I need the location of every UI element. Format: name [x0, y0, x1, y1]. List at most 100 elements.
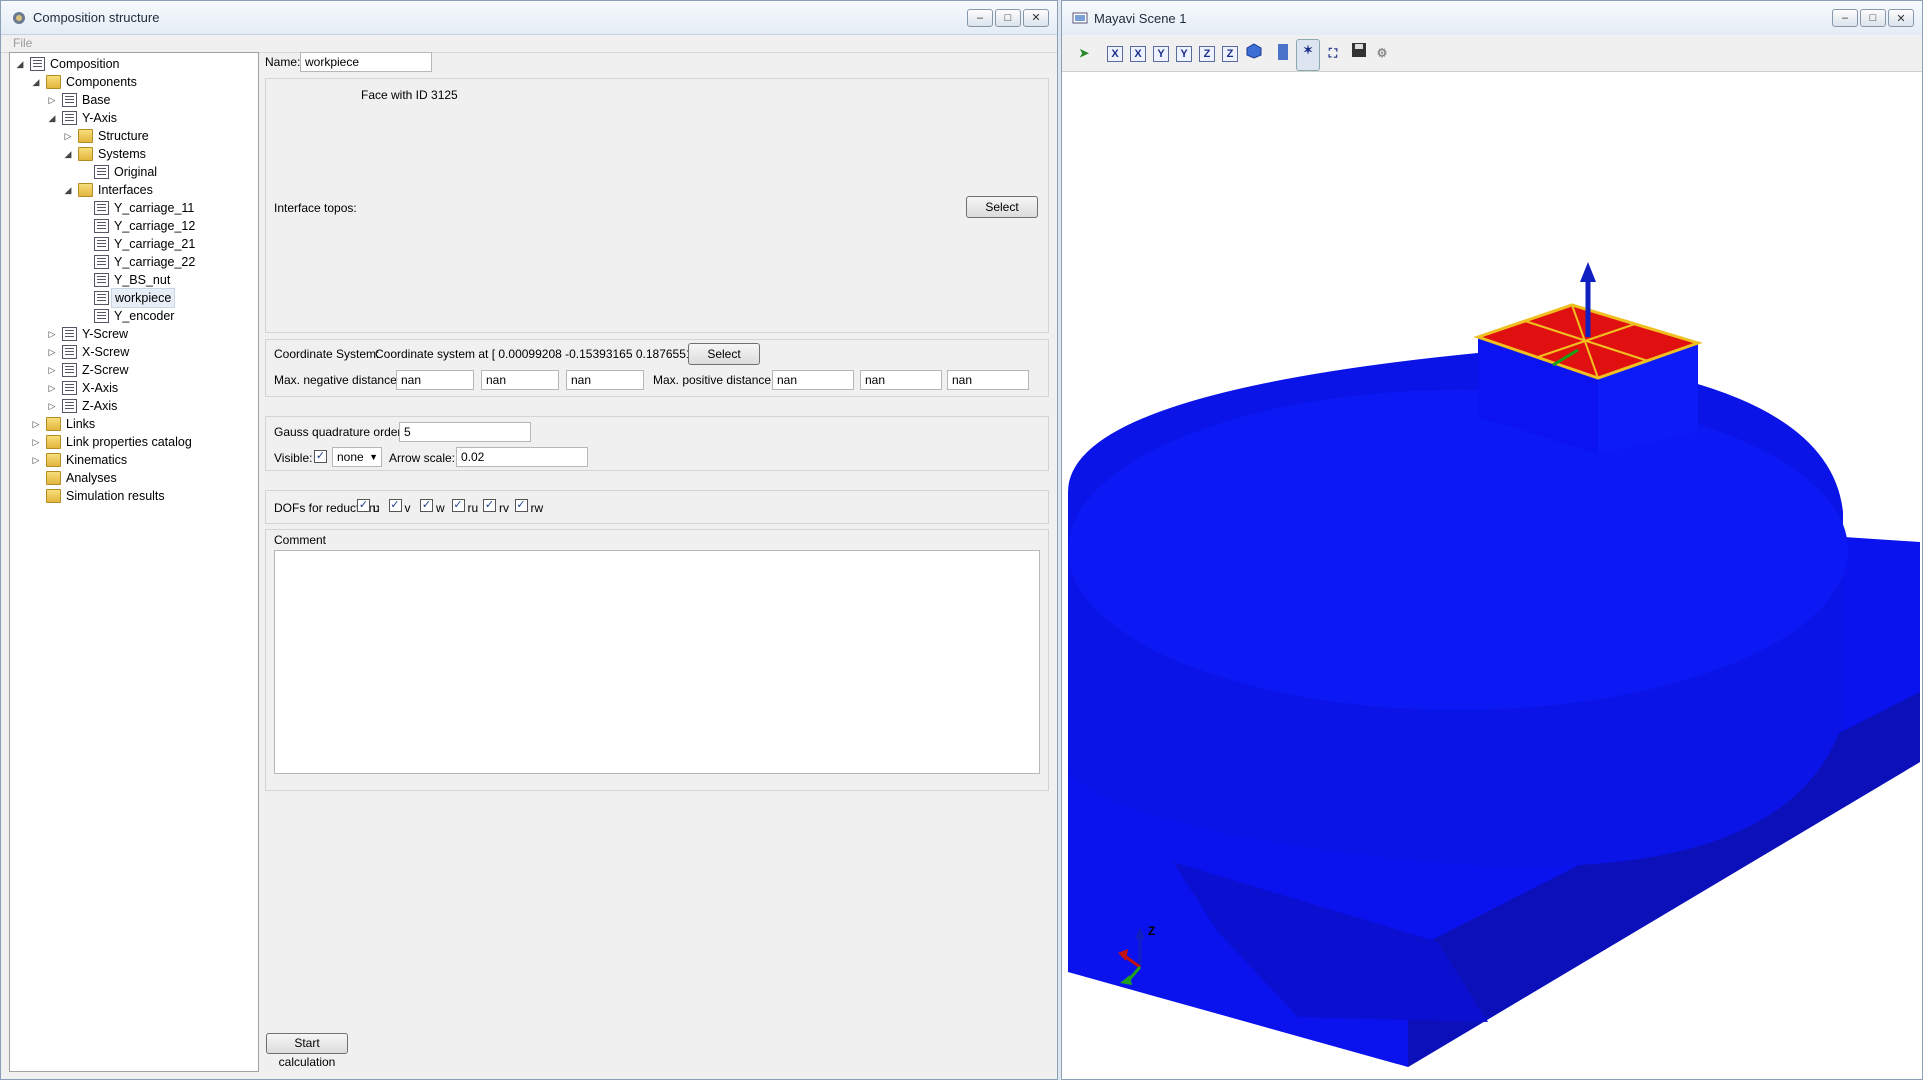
mayavi-toolbar: ➤ X X Y Y Z Z ✶ ⛶ ⚙	[1062, 35, 1922, 72]
tree-item-label: Systems	[98, 147, 146, 161]
max-neg-input-2[interactable]: nan	[481, 370, 559, 390]
mayavi-close-button[interactable]: ✕	[1888, 9, 1914, 27]
document-icon	[62, 399, 77, 413]
coord-select-button[interactable]: Select	[688, 343, 760, 365]
document-icon	[94, 309, 109, 323]
tree-item-label: Y-Axis	[82, 111, 117, 125]
title-bar[interactable]: Composition structure – □ ✕	[1, 1, 1057, 35]
dof-checkbox[interactable]: ✓	[451, 499, 465, 512]
visible-dropdown-value: none	[337, 450, 364, 464]
interface-group: Face with ID 3125 Interface topos: Selec…	[265, 78, 1049, 333]
view-x-minus-icon[interactable]: X	[1130, 46, 1146, 62]
collapsed-arrow-icon[interactable]: ▷	[46, 91, 58, 109]
view-z-minus-icon[interactable]: Z	[1222, 46, 1238, 62]
comment-group: Comment	[265, 529, 1049, 791]
axes-toggle-icon[interactable]: ✶	[1296, 39, 1320, 71]
max-neg-input-1[interactable]: nan	[396, 370, 474, 390]
parallel-projection-icon[interactable]	[1273, 43, 1293, 63]
expanded-arrow-icon[interactable]: ◢	[30, 73, 42, 91]
menu-file[interactable]: File	[13, 36, 32, 50]
axes-z-label: Z	[1148, 924, 1155, 938]
expanded-arrow-icon[interactable]: ◢	[62, 181, 74, 199]
save-icon[interactable]	[1349, 43, 1369, 63]
pipeline-icon[interactable]: ➤	[1074, 43, 1094, 63]
folder-icon	[46, 75, 61, 89]
collapsed-arrow-icon[interactable]: ▷	[46, 379, 58, 397]
mayavi-minimize-button[interactable]: –	[1832, 9, 1858, 27]
composition-window: Composition structure – □ ✕ File ◢ Compos…	[0, 0, 1058, 1080]
document-icon	[94, 273, 109, 287]
expanded-arrow-icon[interactable]: ◢	[62, 145, 74, 163]
mayavi-window-title: Mayavi Scene 1	[1094, 10, 1187, 26]
comment-textarea[interactable]	[274, 550, 1040, 774]
dof-checkbox[interactable]: ✓	[483, 499, 496, 512]
collapsed-arrow-icon[interactable]: ▷	[46, 343, 58, 361]
start-calculation-button[interactable]: Start calculation	[266, 1033, 348, 1069]
max-pos-input-2[interactable]: nan	[860, 370, 942, 390]
view-x-plus-icon[interactable]: X	[1107, 46, 1123, 62]
scene-3d-view[interactable]: Z	[1068, 72, 1920, 1075]
view-y-minus-icon[interactable]: Y	[1176, 46, 1192, 62]
mayavi-maximize-button[interactable]: □	[1860, 9, 1886, 27]
expanded-arrow-icon[interactable]: ◢	[14, 55, 26, 73]
mayavi-title-bar[interactable]: Mayavi Scene 1 – □ ✕	[1062, 1, 1922, 35]
document-icon	[94, 165, 109, 179]
close-button[interactable]: ✕	[1023, 8, 1049, 27]
tree-item-label: Y_carriage_11	[114, 201, 195, 215]
tree-item-label: Y_BS_nut	[114, 273, 171, 287]
folder-icon	[46, 435, 61, 449]
comment-label: Comment	[274, 533, 327, 547]
tree-item-label: Simulation results	[66, 489, 165, 503]
document-icon	[62, 327, 77, 341]
arrow-scale-input[interactable]: 0.02	[456, 447, 588, 467]
document-icon	[94, 201, 109, 215]
collapsed-arrow-icon[interactable]: ▷	[46, 325, 58, 343]
isometric-view-icon[interactable]	[1244, 43, 1264, 63]
dof-label: rw	[530, 501, 544, 515]
dof-label: w	[436, 501, 445, 515]
folder-icon	[46, 471, 61, 485]
folder-icon	[78, 129, 93, 143]
collapsed-arrow-icon[interactable]: ▷	[30, 415, 42, 433]
minimize-button[interactable]: –	[967, 8, 993, 27]
tree-item-label: Y_carriage_21	[114, 237, 196, 251]
settings-icon[interactable]: ⚙	[1372, 43, 1392, 63]
name-input[interactable]: workpiece	[300, 52, 432, 72]
collapsed-arrow-icon[interactable]: ▷	[46, 361, 58, 379]
collapsed-arrow-icon[interactable]: ▷	[30, 433, 42, 451]
max-neg-input-3[interactable]: nan	[566, 370, 644, 390]
chevron-down-icon: ▼	[369, 452, 378, 462]
folder-icon	[46, 417, 61, 431]
dofs-group: DOFs for reduction: ✓ u ✓ v ✓ w ✓ ru ✓ rv ✓ rw	[265, 490, 1049, 524]
visible-checkbox[interactable]: ✓	[314, 450, 327, 463]
gauss-order-input[interactable]: 5	[399, 422, 531, 442]
tree-item-label: Composition	[50, 57, 120, 71]
collapsed-arrow-icon[interactable]: ▷	[62, 127, 74, 145]
document-icon	[62, 363, 77, 377]
interface-select-button[interactable]: Select	[966, 196, 1038, 218]
tree-item-label: Y_carriage_22	[114, 255, 196, 269]
expanded-arrow-icon[interactable]: ◢	[46, 109, 58, 127]
visible-dropdown[interactable]: none ▼	[332, 447, 382, 467]
max-pos-input-3[interactable]: nan	[947, 370, 1029, 390]
normal-arrow-head	[1580, 262, 1596, 282]
view-z-plus-icon[interactable]: Z	[1199, 46, 1215, 62]
collapsed-arrow-icon[interactable]: ▷	[30, 451, 42, 469]
document-icon	[30, 57, 45, 71]
tree-item-label: Interfaces	[98, 183, 153, 197]
dof-checkbox[interactable]: ✓	[420, 499, 433, 512]
dof-checkbox[interactable]: ✓	[357, 499, 370, 512]
dof-checkbox[interactable]: ✓	[388, 499, 402, 512]
window-title: Composition structure	[33, 10, 160, 25]
maximize-button[interactable]: □	[995, 8, 1021, 27]
composition-tree[interactable]: ◢ Composition ◢ Components ▷ Base ◢ Y-Axis ▷ Stru…	[9, 52, 259, 1072]
dof-checkbox[interactable]: ✓	[514, 499, 528, 512]
view-y-plus-icon[interactable]: Y	[1153, 46, 1169, 62]
tree-item-label: Original	[114, 165, 158, 179]
fullscreen-icon[interactable]: ⛶	[1323, 43, 1343, 63]
max-pos-input-1[interactable]: nan	[772, 370, 854, 390]
tree-item-label: Kinematics	[66, 453, 128, 467]
collapsed-arrow-icon[interactable]: ▷	[46, 397, 58, 415]
tree-item-label: workpiece	[111, 288, 176, 308]
arrow-scale-label: Arrow scale:	[389, 451, 456, 465]
